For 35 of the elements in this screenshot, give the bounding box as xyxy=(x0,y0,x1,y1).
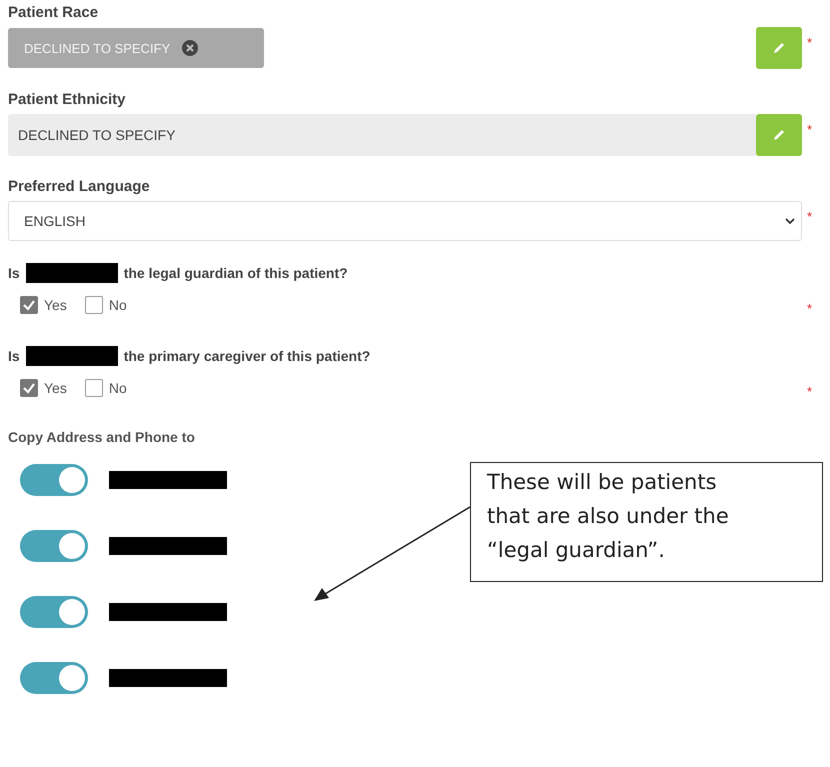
checkbox[interactable] xyxy=(84,296,103,314)
field-label: Patient Race xyxy=(8,4,100,21)
question-text: the primary caregiver of this patient? xyxy=(124,348,370,364)
callout-note: These will be patients that are also under the “legal guardian”. xyxy=(470,462,823,582)
edit-button[interactable] xyxy=(756,27,802,69)
question-text: Is xyxy=(8,265,20,281)
remove-icon[interactable] xyxy=(182,40,198,56)
toggle-switch[interactable] xyxy=(20,596,88,628)
section-label: Copy Address and Phone to xyxy=(8,429,196,445)
checkbox-option[interactable]: Yes xyxy=(20,296,67,314)
required-mark: * xyxy=(806,122,812,137)
selected-chip: DECLINED TO SPECIFY xyxy=(8,28,264,68)
pencil-icon xyxy=(771,40,787,56)
toggle-switch[interactable] xyxy=(20,464,88,496)
chevron-down-icon xyxy=(785,217,795,225)
checkbox[interactable] xyxy=(84,378,103,396)
edit-button[interactable] xyxy=(756,114,802,156)
toggle-switch[interactable] xyxy=(20,530,88,562)
required-mark: * xyxy=(806,301,812,316)
required-mark: * xyxy=(806,35,812,50)
checkbox[interactable] xyxy=(20,296,38,314)
pencil-icon xyxy=(771,127,787,143)
ethnicity-field[interactable]: DECLINED TO SPECIFY xyxy=(8,114,756,156)
field-label: Preferred Language xyxy=(8,178,151,195)
question-text: the legal guardian of this patient? xyxy=(124,265,348,281)
checkbox-option[interactable]: Yes xyxy=(20,378,67,396)
toggle-switch[interactable] xyxy=(20,662,88,694)
checkbox[interactable] xyxy=(20,378,38,396)
language-dropdown[interactable]: ENGLISH xyxy=(8,201,802,241)
field-label: Patient Ethnicity xyxy=(8,91,127,108)
checkbox-option[interactable]: No xyxy=(84,296,127,314)
question-text: Is xyxy=(8,348,20,364)
required-mark: * xyxy=(806,384,812,399)
checkbox-option[interactable]: No xyxy=(84,378,127,396)
required-mark: * xyxy=(806,209,812,224)
